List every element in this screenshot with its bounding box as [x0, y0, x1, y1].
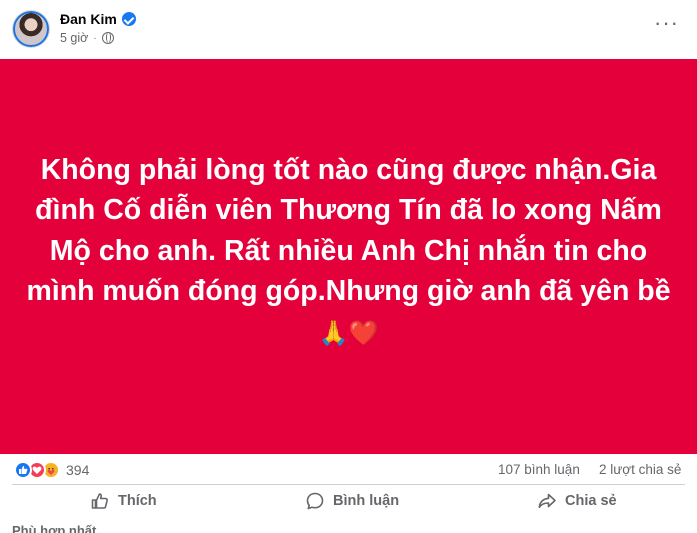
comment-bubble-icon — [306, 492, 324, 510]
post-text-body: Không phải lòng tốt nào cũng được nhận.G… — [26, 153, 671, 308]
post-emojis: 🙏❤️ — [318, 318, 379, 347]
post-stats: 394 107 bình luận 2 lượt chia sẻ — [0, 454, 697, 488]
author: Đan Kim — [60, 11, 136, 27]
comment-sort-dropdown[interactable]: Phù hợp nhất — [12, 523, 96, 533]
avatar[interactable] — [12, 10, 50, 48]
share-count-link[interactable]: 2 lượt chia sẻ — [599, 462, 681, 477]
post-text: Không phải lòng tốt nào cũng được nhận.G… — [24, 150, 674, 354]
like-button[interactable]: Thích — [90, 486, 157, 516]
author-name[interactable]: Đan Kim — [60, 11, 117, 27]
post-background-banner: Không phải lòng tốt nào cũng được nhận.G… — [0, 59, 697, 454]
post-actions: Thích Bình luận Chia sẻ — [0, 486, 697, 518]
share-label: Chia sẻ — [565, 493, 617, 509]
share-button[interactable]: Chia sẻ — [537, 486, 617, 516]
post-meta: 5 giờ · — [60, 31, 114, 45]
post-time[interactable]: 5 giờ — [60, 31, 88, 45]
post-header: Đan Kim 5 giờ · ··· — [0, 0, 697, 58]
divider — [12, 484, 685, 485]
like-reaction-icon — [14, 461, 32, 479]
share-arrow-icon — [538, 493, 556, 509]
separator-dot: · — [93, 32, 97, 44]
more-options-icon[interactable]: ··· — [654, 12, 679, 34]
globe-icon[interactable] — [101, 32, 114, 44]
comment-label: Bình luận — [333, 493, 400, 509]
like-label: Thích — [118, 493, 157, 509]
verified-badge-icon — [121, 12, 136, 26]
thumbs-up-icon — [91, 493, 108, 509]
reaction-count: 394 — [66, 462, 90, 478]
reactions-summary[interactable]: 394 — [14, 461, 89, 479]
comment-count-link[interactable]: 107 bình luận — [498, 462, 580, 477]
comment-button[interactable]: Bình luận — [305, 486, 399, 516]
